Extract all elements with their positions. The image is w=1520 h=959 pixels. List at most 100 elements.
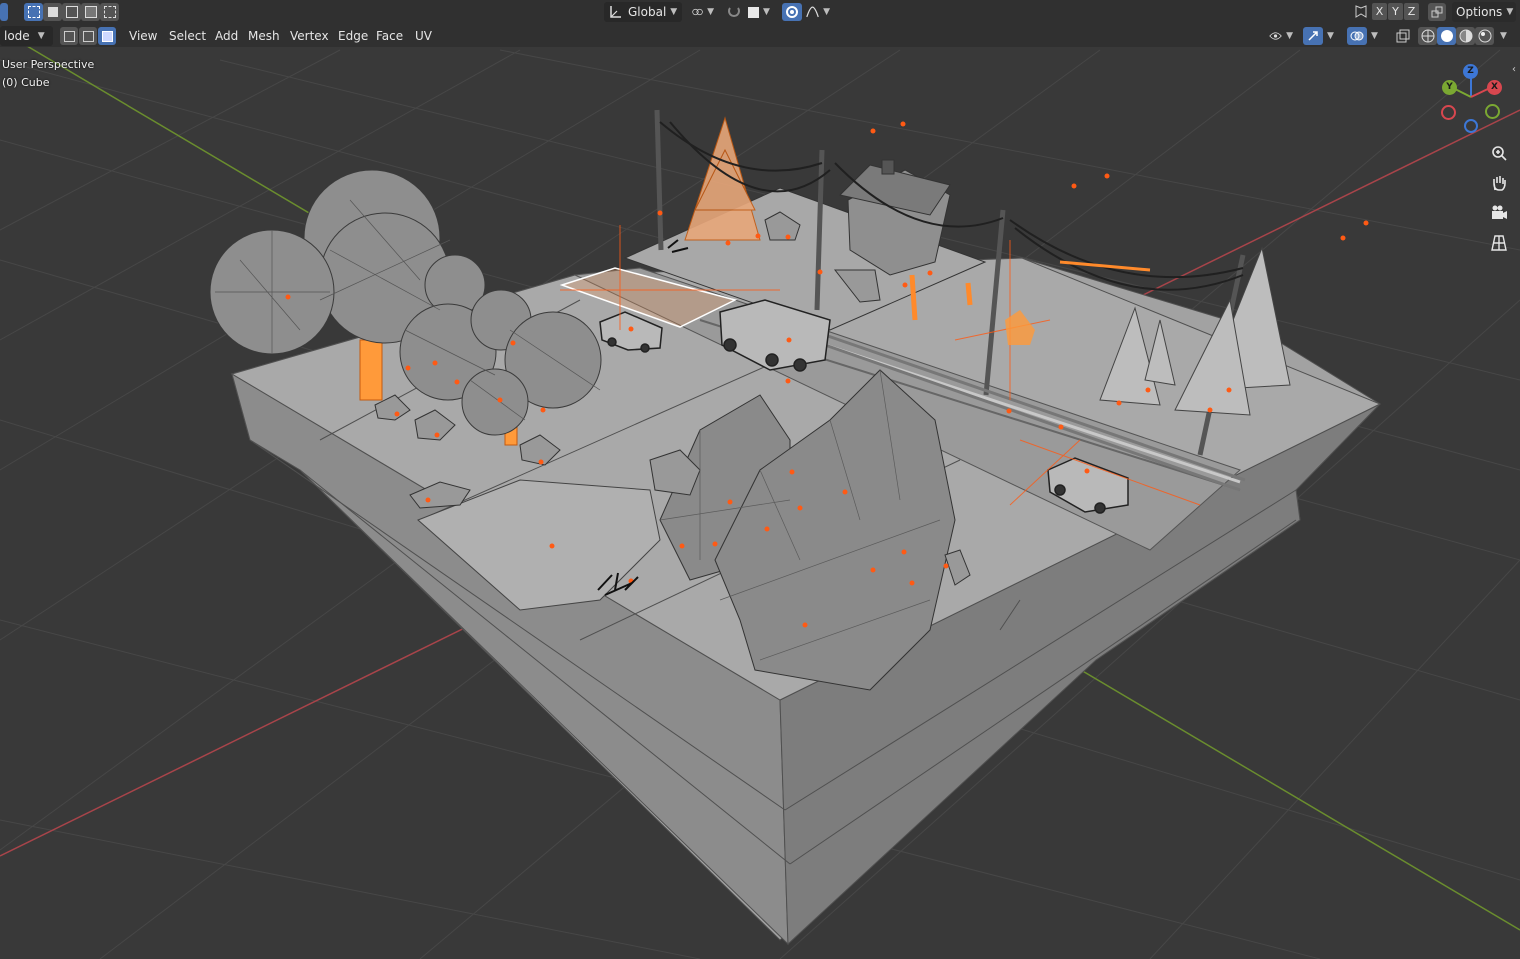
butterfly-icon (1355, 5, 1367, 18)
rendered-shading-icon (1478, 29, 1491, 43)
snap-square-icon (748, 6, 759, 18)
chevron-down-icon: ▼ (1371, 31, 1378, 41)
shading-solid[interactable] (1437, 27, 1456, 45)
select-subtract-icon (65, 6, 78, 18)
proportional-edit-icon (786, 6, 798, 18)
gizmo-neg-z[interactable] (1464, 119, 1478, 133)
mirror-x-toggle[interactable]: X (1372, 3, 1387, 20)
menu-face[interactable]: Face (371, 27, 408, 45)
gizmo-neg-x[interactable] (1441, 105, 1456, 120)
chevron-down-icon: ▼ (1500, 31, 1507, 41)
select-box-icon (27, 6, 40, 18)
menu-select[interactable]: Select (164, 27, 211, 45)
zoom-button[interactable] (1487, 141, 1511, 165)
shading-rendered[interactable] (1475, 27, 1494, 45)
menu-uv[interactable]: UV (410, 27, 437, 45)
zoom-icon (1492, 146, 1507, 161)
pan-button[interactable] (1487, 171, 1511, 195)
xray-icon (1396, 29, 1410, 43)
sidebar-toggle-icon[interactable]: ‹ (1512, 64, 1516, 75)
chevron-down-icon: ▼ (670, 7, 678, 17)
select-new-button[interactable] (24, 3, 43, 21)
snap-icon (728, 7, 740, 17)
perspective-toggle-button[interactable] (1487, 231, 1511, 255)
face-mode-icon (101, 30, 113, 42)
overlay-dropdown[interactable]: ▼ (1367, 26, 1383, 46)
mode-dropdown[interactable]: lode ▼ (0, 26, 53, 46)
select-mode-stub[interactable] (0, 3, 8, 21)
select-extend-icon (47, 7, 58, 17)
menu-add[interactable]: Add (210, 27, 243, 45)
shading-material[interactable] (1456, 27, 1475, 45)
viewport-header: lode ▼ View Select Add Mesh Vertex Edge … (0, 24, 1520, 47)
hand-icon (1493, 176, 1506, 191)
select-intersect-icon (103, 6, 116, 18)
menu-vertex[interactable]: Vertex (285, 27, 334, 45)
pivot-dropdown[interactable]: ▼ (688, 2, 718, 22)
gizmo-icon (1308, 31, 1318, 41)
mirror-y-toggle[interactable]: Y (1388, 3, 1403, 20)
gizmo-neg-y[interactable] (1485, 104, 1500, 119)
mirror-z-toggle[interactable]: Z (1404, 3, 1419, 20)
gizmo-dropdown[interactable]: ▼ (1323, 26, 1339, 46)
selected-pine-tree (684, 116, 761, 241)
falloff-icon (806, 6, 819, 18)
visibility-dropdown[interactable]: ▼ (1265, 26, 1297, 46)
merge-icon (1431, 6, 1443, 18)
material-shading-icon (1459, 29, 1472, 43)
object-info-label: (0) Cube (2, 76, 50, 89)
gizmo-z-axis[interactable]: Z (1463, 64, 1478, 79)
menu-view[interactable]: View (124, 27, 162, 45)
grid-icon (1491, 235, 1507, 251)
camera-view-button[interactable] (1487, 201, 1511, 225)
solid-shading-icon (1440, 30, 1453, 42)
auto-merge-toggle[interactable] (1428, 3, 1446, 21)
chevron-down-icon: ▼ (823, 7, 830, 17)
camera-icon (1492, 205, 1507, 219)
visibility-icon (1269, 32, 1282, 40)
shading-dropdown[interactable]: ▼ (1496, 26, 1514, 46)
options-label: Options (1456, 5, 1503, 19)
select-intersect-button[interactable] (100, 3, 119, 21)
snap-toggle[interactable] (724, 3, 744, 21)
select-invert-button[interactable] (81, 3, 100, 21)
vertex-select-mode[interactable] (60, 27, 78, 45)
orientation-icon (610, 6, 621, 18)
edge-select-mode[interactable] (79, 27, 97, 45)
view-name-label: User Perspective (2, 58, 95, 71)
chevron-down-icon: ▼ (37, 31, 45, 41)
select-invert-icon (84, 6, 97, 18)
link-icon (692, 8, 703, 16)
gizmo-y-axis[interactable]: Y (1442, 80, 1457, 95)
overlay-toggle[interactable] (1347, 27, 1367, 45)
menu-mesh[interactable]: Mesh (243, 27, 285, 45)
edge-mode-icon (82, 30, 94, 42)
menu-edge[interactable]: Edge (333, 27, 373, 45)
select-subtract-button[interactable] (62, 3, 81, 21)
chevron-down-icon: ▼ (763, 7, 770, 17)
chevron-down-icon: ▼ (1327, 31, 1334, 41)
navigation-gizmo[interactable]: Z Y X (1430, 60, 1510, 140)
gizmo-x-axis[interactable]: X (1487, 80, 1502, 95)
vertex-mode-icon (63, 30, 75, 42)
chevron-down-icon: ▼ (1286, 31, 1293, 41)
chevron-down-icon: ▼ (1506, 7, 1514, 17)
transform-orientation-dropdown[interactable]: Global ▼ (604, 2, 682, 22)
face-select-mode[interactable] (98, 27, 116, 45)
shading-wireframe[interactable] (1418, 27, 1437, 45)
viewport-3d[interactable] (0, 0, 1520, 959)
overlay-icon (1350, 31, 1364, 41)
xray-toggle[interactable] (1393, 27, 1413, 45)
mirror-options-button[interactable] (1352, 3, 1370, 21)
proportional-edit-toggle[interactable] (782, 3, 802, 21)
mode-label: lode (4, 29, 30, 43)
snap-target-dropdown[interactable]: ▼ (744, 2, 774, 22)
gizmo-toggle[interactable] (1303, 27, 1323, 45)
orientation-label: Global (628, 5, 667, 19)
select-extend-button[interactable] (43, 3, 62, 21)
chevron-down-icon: ▼ (707, 7, 714, 17)
options-dropdown[interactable]: Options ▼ (1452, 2, 1516, 22)
falloff-dropdown[interactable]: ▼ (802, 2, 834, 22)
wireframe-shading-icon (1421, 29, 1434, 43)
tool-settings-bar: Global ▼ ▼ ▼ ▼ X Y Z Options ▼ (0, 0, 1520, 24)
